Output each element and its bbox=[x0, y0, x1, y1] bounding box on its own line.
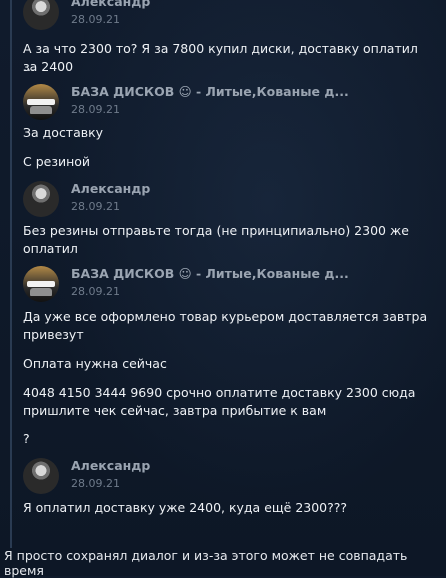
author-name[interactable]: БАЗА ДИСКОВ ☺ - Литые,Кованые д... bbox=[71, 266, 349, 281]
message-date: 28.09.21 bbox=[71, 285, 120, 298]
author-name[interactable]: Александр bbox=[71, 181, 150, 196]
avatar[interactable] bbox=[23, 181, 59, 217]
channel-badge-icon: ☺ bbox=[178, 266, 192, 281]
message-text: оплатил bbox=[23, 241, 78, 256]
car-icon bbox=[30, 288, 52, 296]
avatar[interactable] bbox=[23, 458, 59, 494]
message-text: ... bbox=[23, 59, 35, 74]
message-date: 28.09.21 bbox=[71, 13, 120, 26]
logo-stripe bbox=[27, 281, 55, 287]
message-header: Александр 28.09.21 bbox=[23, 181, 444, 217]
car-icon bbox=[30, 106, 52, 114]
message-text: Я оплатил доставку уже 2400, куда ещё 23… bbox=[23, 500, 348, 515]
channel-name: БАЗА ДИСКОВ bbox=[71, 266, 175, 281]
message-text: С резиной bbox=[23, 154, 91, 169]
message-date: 28.09.21 bbox=[71, 200, 120, 213]
message-header: БАЗА ДИСКОВ ☺ - Литые,Кованые д... 28.09… bbox=[23, 84, 444, 120]
message-text: Без резины отправьте тогда (не принципиа… bbox=[23, 223, 409, 238]
avatar[interactable] bbox=[23, 84, 59, 120]
channel-subtitle: - Литые,Кованые д... bbox=[196, 84, 349, 99]
channel-subtitle: - Литые,Кованые д... bbox=[196, 266, 349, 281]
message-text: Да уже все оформлено товар курьером дост… bbox=[23, 309, 428, 324]
message-header: Александр 28.09.21 bbox=[23, 0, 444, 30]
message-date: 28.09.21 bbox=[71, 103, 120, 116]
avatar[interactable] bbox=[23, 0, 59, 30]
message-header: БАЗА ДИСКОВ ☺ - Литые,Кованые д... 28.09… bbox=[23, 266, 444, 302]
footer-note: Я просто сохранял диалог и из-за этого м… bbox=[4, 548, 408, 578]
message-text: 4048 4150 3444 9690 срочно оплатите дост… bbox=[23, 385, 416, 400]
message-text: За доставку bbox=[23, 125, 104, 140]
message-text: ? bbox=[23, 431, 30, 446]
message-date: 28.09.21 bbox=[71, 477, 120, 490]
channel-name: БАЗА ДИСКОВ bbox=[71, 84, 175, 99]
avatar[interactable] bbox=[23, 266, 59, 302]
logo-stripe bbox=[27, 99, 55, 105]
message-text: пришлите чек сейчас, завтра прибытие к в… bbox=[23, 403, 327, 418]
author-name[interactable]: Александр bbox=[71, 458, 150, 473]
message-text: привезут bbox=[23, 327, 84, 342]
message-header: Александр 28.09.21 bbox=[23, 458, 444, 494]
channel-badge-icon: ☺ bbox=[178, 84, 192, 99]
message-thread: Александр 28.09.21 А за что 2300 то? Я з… bbox=[10, 0, 444, 548]
message-text: Оплата нужна сейчас bbox=[23, 356, 167, 371]
author-name[interactable]: БАЗА ДИСКОВ ☺ - Литые,Кованые д... bbox=[71, 84, 349, 99]
author-name[interactable]: Александр bbox=[71, 0, 150, 9]
